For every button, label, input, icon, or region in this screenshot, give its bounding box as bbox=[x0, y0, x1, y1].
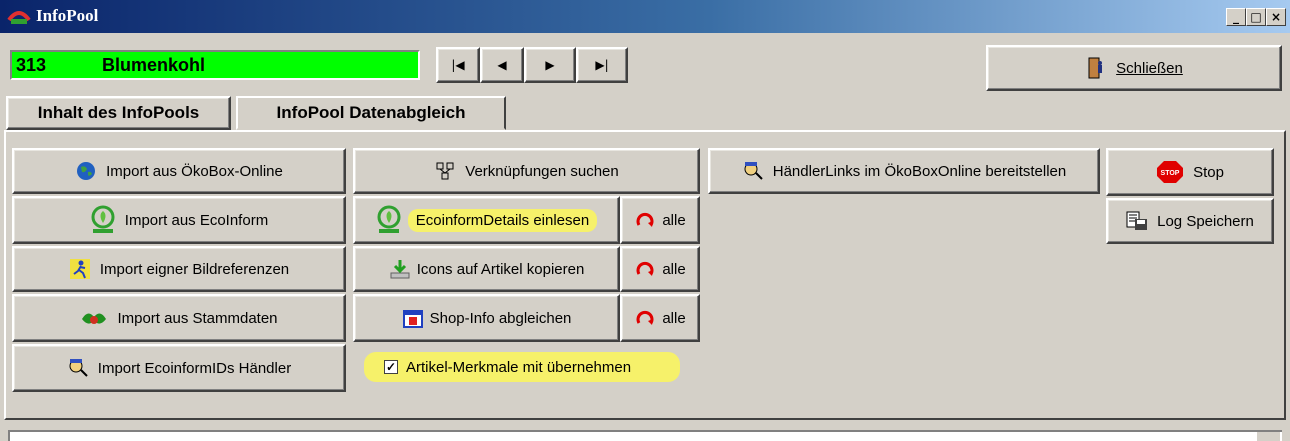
log-text-area[interactable] bbox=[8, 430, 1282, 441]
artikel-merkmale-checkbox[interactable]: ✓ bbox=[384, 360, 398, 374]
maximize-button[interactable]: □ bbox=[1246, 8, 1266, 26]
previous-record-button[interactable]: ◀ bbox=[480, 47, 524, 83]
running-figure-icon bbox=[69, 258, 91, 280]
icons-auf-artikel-kopieren-button[interactable]: Icons auf Artikel kopieren bbox=[353, 246, 620, 292]
schliessen-button[interactable]: Schließen bbox=[986, 45, 1282, 91]
stop-sign-icon: STOP bbox=[1156, 161, 1184, 183]
refresh-icon bbox=[634, 307, 656, 329]
link-tree-icon bbox=[434, 160, 456, 182]
calendar-icon bbox=[402, 307, 424, 329]
import-ecoinform-button[interactable]: Import aus EcoInform bbox=[12, 196, 346, 244]
globe-icon bbox=[75, 160, 97, 182]
next-record-button[interactable]: ▶ bbox=[524, 47, 576, 83]
record-number: 313 bbox=[16, 54, 47, 75]
refresh-icon bbox=[634, 209, 656, 231]
save-log-icon bbox=[1126, 210, 1148, 232]
log-speichern-button[interactable]: Log Speichern bbox=[1106, 198, 1274, 244]
artikel-merkmale-checkbox-row[interactable]: ✓ Artikel-Merkmale mit übernehmen bbox=[364, 352, 680, 382]
import-oekobox-online-button[interactable]: Import aus ÖkoBox-Online bbox=[12, 148, 346, 194]
stop-button[interactable]: STOP Stop bbox=[1106, 148, 1274, 196]
first-record-button[interactable]: |◀ bbox=[436, 47, 480, 83]
minimize-button[interactable]: _ bbox=[1226, 8, 1246, 26]
vegetables-icon bbox=[80, 307, 108, 329]
ecoinform-logo-icon bbox=[90, 205, 116, 235]
download-arrow-icon bbox=[389, 258, 411, 280]
tab-inhalt-des-infopools[interactable]: Inhalt des InfoPools bbox=[6, 96, 231, 130]
log-scrollbar[interactable] bbox=[1256, 432, 1280, 441]
tab-infopool-datenabgleich[interactable]: InfoPool Datenabgleich bbox=[236, 96, 506, 130]
shop-info-abgleichen-button[interactable]: Shop-Info abgleichen bbox=[353, 294, 620, 342]
verknuepfungen-suchen-button[interactable]: Verknüpfungen suchen bbox=[353, 148, 700, 194]
title-bar: InfoPool _ □ × bbox=[0, 0, 1290, 33]
record-display: 313 Blumenkohl bbox=[10, 50, 420, 80]
merchant-person-icon bbox=[67, 357, 89, 379]
ecoinform-details-alle-button[interactable]: alle bbox=[620, 196, 700, 244]
shop-info-alle-button[interactable]: alle bbox=[620, 294, 700, 342]
ecoinform-details-einlesen-button[interactable]: EcoinformDetails einlesen bbox=[353, 196, 620, 244]
artikel-merkmale-label: Artikel-Merkmale mit übernehmen bbox=[406, 358, 632, 376]
import-bildreferenzen-button[interactable]: Import eigner Bildreferenzen bbox=[12, 246, 346, 292]
import-stammdaten-button[interactable]: Import aus Stammdaten bbox=[12, 294, 346, 342]
close-window-button[interactable]: × bbox=[1266, 8, 1286, 26]
merchant-person-icon bbox=[742, 160, 764, 182]
infopool-app-icon bbox=[7, 6, 31, 26]
import-ecoinform-ids-haendler-button[interactable]: Import EcoinformIDs Händler bbox=[12, 344, 346, 392]
window-title: InfoPool bbox=[36, 6, 99, 25]
icons-kopieren-alle-button[interactable]: alle bbox=[620, 246, 700, 292]
last-record-button[interactable]: ▶| bbox=[576, 47, 628, 83]
refresh-icon bbox=[634, 258, 656, 280]
door-exit-icon bbox=[1085, 57, 1107, 79]
record-name: Blumenkohl bbox=[102, 54, 206, 75]
svg-text:STOP: STOP bbox=[1161, 170, 1180, 177]
haendler-links-bereitstellen-button[interactable]: HändlerLinks im ÖkoBoxOnline bereitstell… bbox=[708, 148, 1100, 194]
ecoinform-logo-icon bbox=[376, 205, 402, 235]
